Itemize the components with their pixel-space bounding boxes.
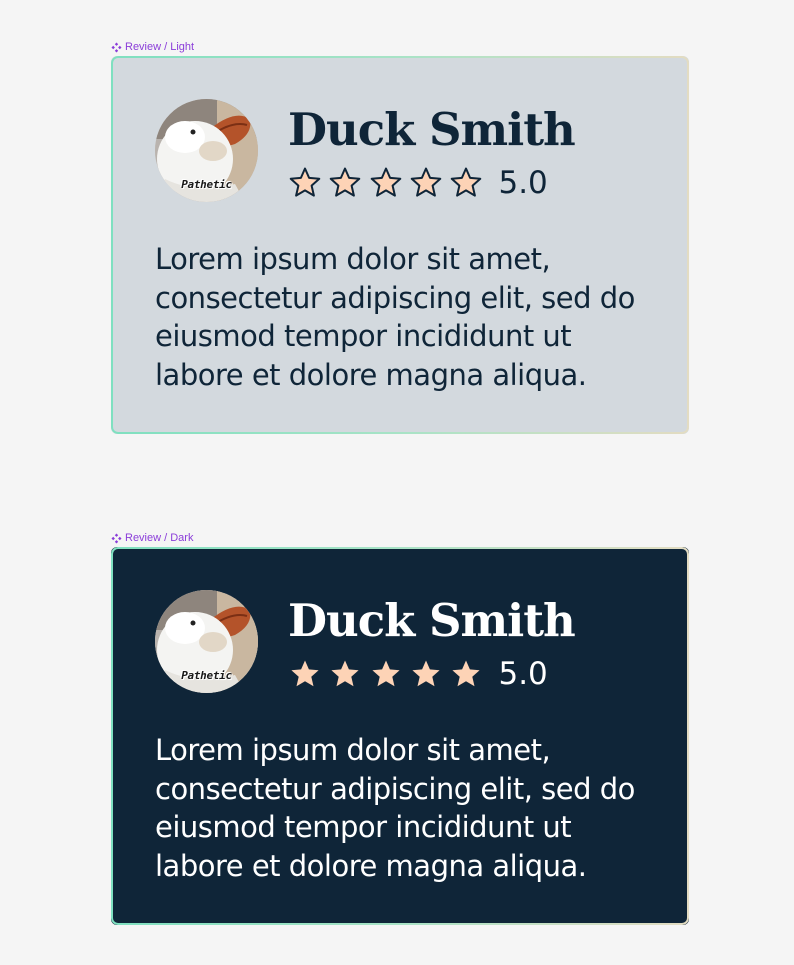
star-icon bbox=[328, 166, 362, 200]
rating-value: 5.0 bbox=[498, 165, 548, 201]
review-body: Lorem ipsum dolor sit amet, consectetur … bbox=[155, 733, 635, 883]
star-icon bbox=[288, 657, 322, 691]
reviewer-name: Duck Smith bbox=[288, 103, 576, 156]
rating-value: 5.0 bbox=[498, 656, 548, 692]
review-card-light[interactable]: Pathetic Duck Smith 5.0 Lorem ipsum dolo… bbox=[111, 56, 689, 434]
frame-label-dark[interactable]: Review / Dark bbox=[111, 531, 193, 545]
avatar: Pathetic bbox=[155, 99, 258, 202]
star-icon bbox=[449, 166, 483, 200]
star-icon bbox=[328, 657, 362, 691]
component-icon bbox=[111, 533, 122, 544]
reviewer-name: Duck Smith bbox=[288, 594, 576, 647]
star-rating: 5.0 bbox=[288, 166, 548, 200]
avatar-caption: Pathetic bbox=[181, 669, 232, 682]
star-icon bbox=[449, 657, 483, 691]
star-icon bbox=[369, 166, 403, 200]
star-icon bbox=[369, 657, 403, 691]
frame-label-text: Review / Dark bbox=[125, 532, 194, 544]
review-card-dark[interactable]: Pathetic Duck Smith 5.0 Lorem ipsum dolo… bbox=[111, 547, 689, 925]
frame-label-light[interactable]: Review / Light bbox=[111, 40, 194, 54]
star-icon bbox=[409, 657, 443, 691]
star-rating: 5.0 bbox=[288, 657, 548, 691]
review-body: Lorem ipsum dolor sit amet, consectetur … bbox=[155, 242, 635, 392]
frame-label-text: Review / Light bbox=[125, 41, 195, 53]
avatar-caption: Pathetic bbox=[181, 178, 232, 191]
star-icon bbox=[409, 166, 443, 200]
component-icon bbox=[111, 42, 122, 53]
star-icon bbox=[288, 166, 322, 200]
avatar: Pathetic bbox=[155, 590, 258, 693]
